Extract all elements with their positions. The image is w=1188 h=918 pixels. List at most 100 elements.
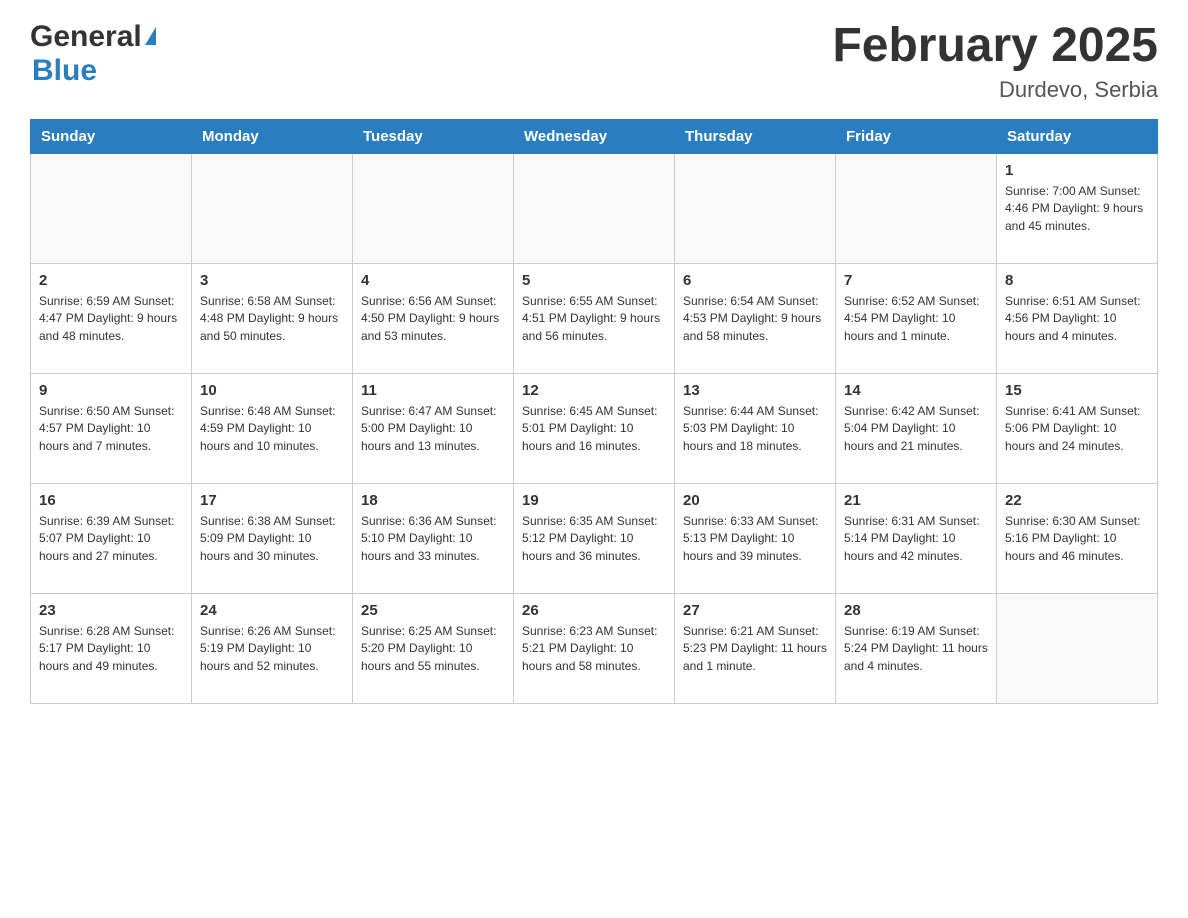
- day-number: 15: [1005, 380, 1149, 401]
- calendar-week-row: 23Sunrise: 6:28 AM Sunset: 5:17 PM Dayli…: [31, 593, 1158, 703]
- day-number: 26: [522, 600, 666, 621]
- calendar-day-cell: 12Sunrise: 6:45 AM Sunset: 5:01 PM Dayli…: [514, 373, 675, 483]
- day-number: 9: [39, 380, 183, 401]
- calendar-day-cell: 19Sunrise: 6:35 AM Sunset: 5:12 PM Dayli…: [514, 483, 675, 593]
- calendar-day-cell: 20Sunrise: 6:33 AM Sunset: 5:13 PM Dayli…: [675, 483, 836, 593]
- day-info: Sunrise: 6:26 AM Sunset: 5:19 PM Dayligh…: [200, 623, 344, 675]
- day-info: Sunrise: 6:52 AM Sunset: 4:54 PM Dayligh…: [844, 293, 988, 345]
- day-info: Sunrise: 6:48 AM Sunset: 4:59 PM Dayligh…: [200, 403, 344, 455]
- logo-arrow-icon: [145, 27, 156, 45]
- calendar-day-cell: 26Sunrise: 6:23 AM Sunset: 5:21 PM Dayli…: [514, 593, 675, 703]
- day-number: 25: [361, 600, 505, 621]
- col-sunday: Sunday: [31, 119, 192, 153]
- day-number: 22: [1005, 490, 1149, 511]
- calendar-day-cell: 7Sunrise: 6:52 AM Sunset: 4:54 PM Daylig…: [836, 263, 997, 373]
- day-number: 7: [844, 270, 988, 291]
- day-info: Sunrise: 6:25 AM Sunset: 5:20 PM Dayligh…: [361, 623, 505, 675]
- col-thursday: Thursday: [675, 119, 836, 153]
- logo: General Blue: [30, 20, 156, 88]
- month-title: February 2025: [832, 20, 1158, 73]
- calendar-day-cell: 23Sunrise: 6:28 AM Sunset: 5:17 PM Dayli…: [31, 593, 192, 703]
- calendar-day-cell: 27Sunrise: 6:21 AM Sunset: 5:23 PM Dayli…: [675, 593, 836, 703]
- day-number: 21: [844, 490, 988, 511]
- day-number: 18: [361, 490, 505, 511]
- day-number: 16: [39, 490, 183, 511]
- calendar-week-row: 9Sunrise: 6:50 AM Sunset: 4:57 PM Daylig…: [31, 373, 1158, 483]
- day-number: 24: [200, 600, 344, 621]
- calendar-day-cell: 15Sunrise: 6:41 AM Sunset: 5:06 PM Dayli…: [997, 373, 1158, 483]
- day-info: Sunrise: 6:54 AM Sunset: 4:53 PM Dayligh…: [683, 293, 827, 345]
- col-saturday: Saturday: [997, 119, 1158, 153]
- calendar-day-cell: 13Sunrise: 6:44 AM Sunset: 5:03 PM Dayli…: [675, 373, 836, 483]
- calendar-day-cell: [31, 153, 192, 263]
- calendar-day-cell: 4Sunrise: 6:56 AM Sunset: 4:50 PM Daylig…: [353, 263, 514, 373]
- day-number: 13: [683, 380, 827, 401]
- day-number: 28: [844, 600, 988, 621]
- col-monday: Monday: [192, 119, 353, 153]
- day-number: 12: [522, 380, 666, 401]
- calendar-day-cell: 28Sunrise: 6:19 AM Sunset: 5:24 PM Dayli…: [836, 593, 997, 703]
- logo-general-text: General: [30, 20, 142, 54]
- calendar-day-cell: 17Sunrise: 6:38 AM Sunset: 5:09 PM Dayli…: [192, 483, 353, 593]
- col-friday: Friday: [836, 119, 997, 153]
- day-info: Sunrise: 6:44 AM Sunset: 5:03 PM Dayligh…: [683, 403, 827, 455]
- calendar-day-cell: 16Sunrise: 6:39 AM Sunset: 5:07 PM Dayli…: [31, 483, 192, 593]
- day-info: Sunrise: 6:28 AM Sunset: 5:17 PM Dayligh…: [39, 623, 183, 675]
- day-info: Sunrise: 6:35 AM Sunset: 5:12 PM Dayligh…: [522, 513, 666, 565]
- col-tuesday: Tuesday: [353, 119, 514, 153]
- calendar-day-cell: 25Sunrise: 6:25 AM Sunset: 5:20 PM Dayli…: [353, 593, 514, 703]
- day-info: Sunrise: 6:23 AM Sunset: 5:21 PM Dayligh…: [522, 623, 666, 675]
- title-block: February 2025 Durdevo, Serbia: [832, 20, 1158, 103]
- day-info: Sunrise: 6:47 AM Sunset: 5:00 PM Dayligh…: [361, 403, 505, 455]
- day-info: Sunrise: 6:59 AM Sunset: 4:47 PM Dayligh…: [39, 293, 183, 345]
- day-number: 1: [1005, 160, 1149, 181]
- calendar-day-cell: [997, 593, 1158, 703]
- calendar-week-row: 2Sunrise: 6:59 AM Sunset: 4:47 PM Daylig…: [31, 263, 1158, 373]
- day-number: 8: [1005, 270, 1149, 291]
- day-number: 14: [844, 380, 988, 401]
- calendar-day-cell: 5Sunrise: 6:55 AM Sunset: 4:51 PM Daylig…: [514, 263, 675, 373]
- day-number: 27: [683, 600, 827, 621]
- day-info: Sunrise: 6:51 AM Sunset: 4:56 PM Dayligh…: [1005, 293, 1149, 345]
- day-info: Sunrise: 6:39 AM Sunset: 5:07 PM Dayligh…: [39, 513, 183, 565]
- day-info: Sunrise: 6:33 AM Sunset: 5:13 PM Dayligh…: [683, 513, 827, 565]
- calendar-week-row: 1Sunrise: 7:00 AM Sunset: 4:46 PM Daylig…: [31, 153, 1158, 263]
- day-info: Sunrise: 6:38 AM Sunset: 5:09 PM Dayligh…: [200, 513, 344, 565]
- day-number: 3: [200, 270, 344, 291]
- day-number: 19: [522, 490, 666, 511]
- calendar-header-row: Sunday Monday Tuesday Wednesday Thursday…: [31, 119, 1158, 153]
- calendar-day-cell: [836, 153, 997, 263]
- logo-blue-text: Blue: [30, 54, 97, 87]
- day-number: 23: [39, 600, 183, 621]
- calendar-day-cell: 3Sunrise: 6:58 AM Sunset: 4:48 PM Daylig…: [192, 263, 353, 373]
- calendar-day-cell: 11Sunrise: 6:47 AM Sunset: 5:00 PM Dayli…: [353, 373, 514, 483]
- calendar-day-cell: [353, 153, 514, 263]
- calendar-week-row: 16Sunrise: 6:39 AM Sunset: 5:07 PM Dayli…: [31, 483, 1158, 593]
- calendar-day-cell: 1Sunrise: 7:00 AM Sunset: 4:46 PM Daylig…: [997, 153, 1158, 263]
- day-info: Sunrise: 6:42 AM Sunset: 5:04 PM Dayligh…: [844, 403, 988, 455]
- day-info: Sunrise: 6:21 AM Sunset: 5:23 PM Dayligh…: [683, 623, 827, 675]
- day-info: Sunrise: 6:58 AM Sunset: 4:48 PM Dayligh…: [200, 293, 344, 345]
- col-wednesday: Wednesday: [514, 119, 675, 153]
- calendar-day-cell: [675, 153, 836, 263]
- day-number: 20: [683, 490, 827, 511]
- calendar-day-cell: 6Sunrise: 6:54 AM Sunset: 4:53 PM Daylig…: [675, 263, 836, 373]
- calendar-day-cell: 21Sunrise: 6:31 AM Sunset: 5:14 PM Dayli…: [836, 483, 997, 593]
- calendar-day-cell: 8Sunrise: 6:51 AM Sunset: 4:56 PM Daylig…: [997, 263, 1158, 373]
- calendar-day-cell: [192, 153, 353, 263]
- calendar-day-cell: 9Sunrise: 6:50 AM Sunset: 4:57 PM Daylig…: [31, 373, 192, 483]
- day-info: Sunrise: 6:31 AM Sunset: 5:14 PM Dayligh…: [844, 513, 988, 565]
- day-info: Sunrise: 6:41 AM Sunset: 5:06 PM Dayligh…: [1005, 403, 1149, 455]
- day-number: 2: [39, 270, 183, 291]
- day-info: Sunrise: 6:30 AM Sunset: 5:16 PM Dayligh…: [1005, 513, 1149, 565]
- location-title: Durdevo, Serbia: [832, 77, 1158, 103]
- day-number: 6: [683, 270, 827, 291]
- day-info: Sunrise: 6:56 AM Sunset: 4:50 PM Dayligh…: [361, 293, 505, 345]
- calendar-day-cell: 10Sunrise: 6:48 AM Sunset: 4:59 PM Dayli…: [192, 373, 353, 483]
- day-number: 17: [200, 490, 344, 511]
- calendar-day-cell: 24Sunrise: 6:26 AM Sunset: 5:19 PM Dayli…: [192, 593, 353, 703]
- day-number: 4: [361, 270, 505, 291]
- day-number: 11: [361, 380, 505, 401]
- calendar-day-cell: 18Sunrise: 6:36 AM Sunset: 5:10 PM Dayli…: [353, 483, 514, 593]
- day-number: 5: [522, 270, 666, 291]
